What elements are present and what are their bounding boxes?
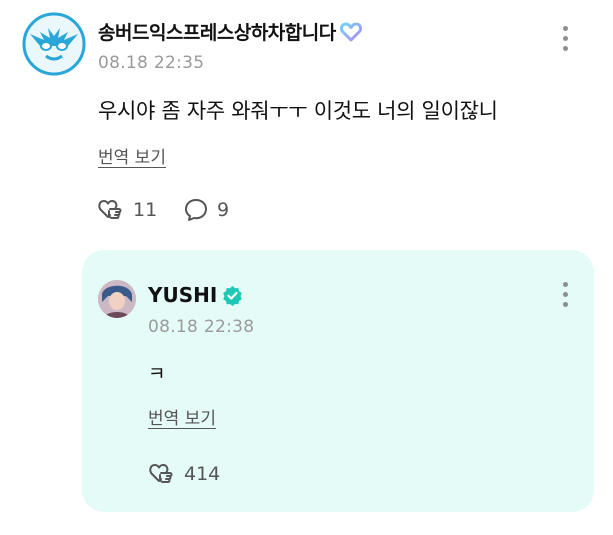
like-button[interactable]: 11 [97,197,157,223]
artist-reply-card: YUSHI 08.18 22:38 ㅋ 번역 보기 414 [82,250,594,512]
speech-bubble-icon [185,199,207,221]
comment-count: 9 [217,199,230,221]
verified-badge-icon [222,285,243,306]
more-vertical-icon[interactable] [558,24,572,54]
comment-button[interactable]: 9 [183,197,229,223]
artist-avatar[interactable] [98,280,136,318]
post-text: 우시야 좀 자주 와줘ㅜㅜ 이것도 너의 일이잖니 [98,99,498,123]
post-timestamp: 08.18 22:35 [98,53,205,73]
reply-timestamp: 08.18 22:38 [148,317,255,337]
reply-author-name[interactable]: YUSHI [148,283,217,307]
reply-text: ㅋ [148,363,166,385]
translate-link[interactable]: 번역 보기 [98,143,166,168]
heart-hand-icon [98,200,122,219]
like-count: 11 [133,199,158,221]
fan-avatar[interactable] [22,12,86,76]
more-vertical-icon[interactable] [558,280,572,310]
post-author[interactable]: 송버드익스프레스상하차합니다 [98,18,362,45]
fan-post: 송버드익스프레스상하차합니다 08.18 22:35 우시야 좀 자주 와줘ㅜㅜ… [0,0,613,250]
translate-link[interactable]: 번역 보기 [148,404,216,429]
reply-author[interactable]: YUSHI [148,283,243,307]
heart-hand-icon [149,464,173,483]
post-author-name[interactable]: 송버드익스프레스상하차합니다 [98,18,336,45]
like-button[interactable]: 414 [148,461,220,487]
like-count: 414 [184,463,221,485]
heart-outline-gradient-icon [339,22,362,42]
